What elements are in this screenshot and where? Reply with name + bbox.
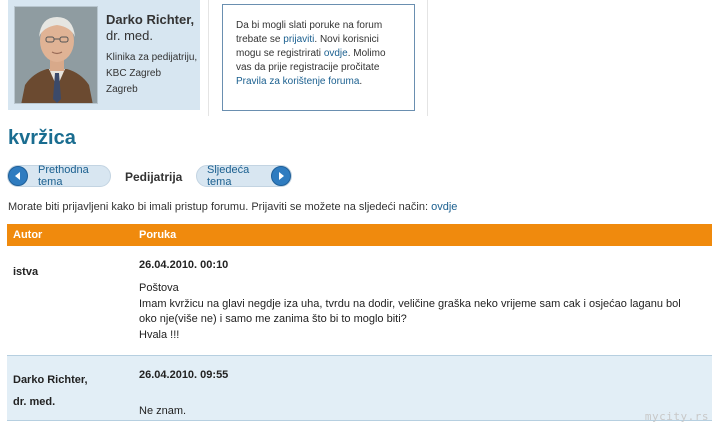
next-topic-button[interactable]: Sljedeća tema [196,164,292,188]
post-body: Poštova Imam kvržicu na glavi negdje iza… [139,281,704,343]
login-notice-box: Da bi mogli slati poruke na forum trebat… [222,4,415,111]
doctor-title: dr. med. [106,28,153,43]
forum-posts-table: Autor Poruka istva 26.04.2010. 00:10 Poš… [7,224,712,421]
login-required-text: Morate biti prijavljeni kako bi imali pr… [8,201,432,213]
post-line: Poštova [139,282,179,294]
post-line: Hvala !!! [139,328,180,341]
post-line: Imam kvržicu na glavi negdje iza uha, tv… [139,297,681,310]
post-author: istva [13,261,123,283]
post-date: 26.04.2010. 00:10 [139,259,229,271]
doctor-clinic: Klinika za pedijatriju, KBC Zagreb Zagre… [106,50,204,98]
arrow-right-icon [271,166,291,186]
column-header-author: Autor [13,229,43,241]
doctor-card: Darko Richter, dr. med. Klinika za pedij… [8,0,200,110]
topic-title: kvržica [8,127,76,149]
category-label: Pedijatrija [125,170,183,184]
post-author: Darko Richter, dr. med. [13,369,123,413]
post-line: Ne znam. [139,405,187,417]
site-watermark: mycity.rs [644,410,709,423]
author-name: Darko Richter, [13,374,88,386]
register-link[interactable]: ovdje [324,48,348,59]
clinic-line: KBC Zagreb [106,68,162,79]
post-line: oko nje(više ne) i samo me zanima što bi… [139,313,407,325]
login-here-link[interactable]: ovdje [431,201,457,213]
clinic-line: Klinika za pedijatriju, [106,52,198,63]
author-name: istva [13,266,39,278]
table-header: Autor Poruka [7,224,712,246]
arrow-left-icon [8,166,28,186]
previous-topic-button[interactable]: Prethodna tema [7,164,111,188]
next-topic-label: Sljedeća tema [207,164,250,188]
table-row: istva 26.04.2010. 00:10 Poštova Imam kvr… [7,246,712,356]
login-required-notice: Morate biti prijavljeni kako bi imali pr… [8,201,457,213]
author-title: dr. med. [13,396,56,408]
login-link[interactable]: prijaviti [283,34,314,45]
forum-rules-link[interactable]: Pravila za korištenje foruma [236,76,359,87]
table-row: Darko Richter, dr. med. 26.04.2010. 09:5… [7,356,712,421]
doctor-photo [14,6,98,104]
clinic-line: Zagreb [106,84,138,95]
notice-text: . [359,76,363,87]
post-body: Ne znam. [139,404,704,420]
previous-topic-label: Prethodna tema [38,164,89,188]
doctor-name: Darko Richter, [106,12,195,27]
post-date: 26.04.2010. 09:55 [139,369,229,381]
column-header-post: Poruka [139,229,177,241]
